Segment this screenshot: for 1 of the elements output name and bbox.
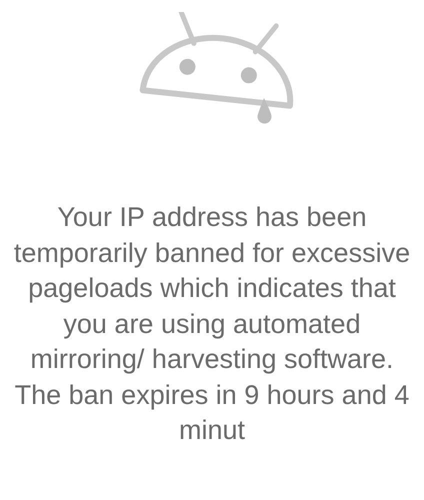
ban-message: Your IP address has been temporarily banned for excessive pageloads which indicates that you are using automated mirroring/ harvesting software. The ban expires in 9 hours and 4 minut — [12, 201, 412, 447]
